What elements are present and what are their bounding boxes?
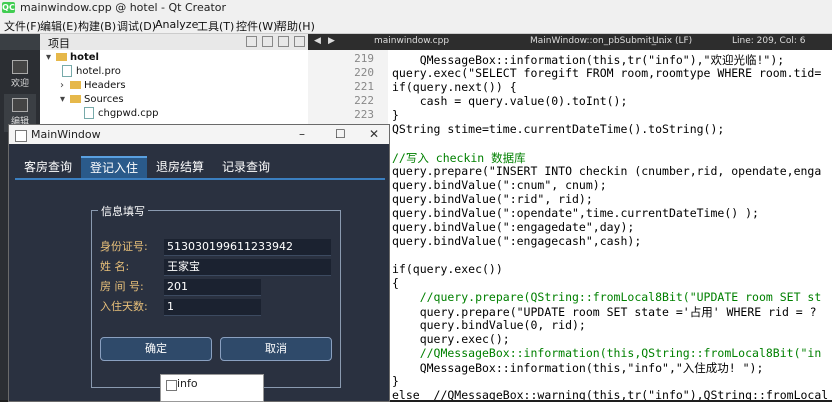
folder-icon: [70, 81, 81, 89]
menu-edit[interactable]: 编辑(E): [40, 18, 78, 34]
window-title: mainwindow.cpp @ hotel - Qt Creator: [20, 1, 227, 14]
name-input[interactable]: 王家宝: [164, 259, 331, 276]
menu-tools[interactable]: 工具(T): [197, 18, 234, 34]
code-line: query.prepare("INSERT INTO checkin (cnum…: [392, 164, 822, 178]
code-line: if(query.exec()): [392, 262, 503, 276]
id-number-input[interactable]: 513030199611233942: [164, 239, 331, 256]
field-label-id: 身份证号:: [100, 240, 148, 253]
cancel-button[interactable]: 取消: [220, 337, 332, 361]
code-line: query.exec();: [392, 332, 510, 346]
code-line: else //QMessageBox::warning(this,tr("inf…: [392, 388, 829, 400]
info-dialog: info: [160, 374, 264, 402]
line-number: 220: [354, 66, 374, 79]
code-line: query.exec("SELECT foregift FROM room,ro…: [392, 66, 822, 80]
menu-build[interactable]: 构建(B): [78, 18, 116, 34]
tree-item-label: chgpwd.cpp: [98, 108, 159, 119]
app-window-title: MainWindow: [31, 128, 101, 141]
tree-item-headers[interactable]: › Headers: [60, 79, 126, 93]
field-label-name: 姓 名:: [100, 260, 130, 273]
cursor-position: Line: 209, Col: 6: [732, 36, 806, 46]
link-icon[interactable]: [262, 36, 273, 47]
encoding-selector[interactable]: Unix (LF): [652, 36, 692, 46]
file-icon: [84, 107, 94, 119]
tree-item-hotel[interactable]: ▾ hotel: [46, 51, 99, 65]
line-number: 221: [354, 80, 374, 93]
confirm-button[interactable]: 确定: [100, 337, 212, 361]
qt-creator-logo-icon: QC: [2, 2, 15, 13]
tree-item-label: hotel.pro: [76, 66, 121, 77]
minimize-icon[interactable]: –: [299, 127, 305, 141]
editor-header: ◀ ▶ mainwindow.cpp MainWindow::on_pbSubm…: [308, 34, 832, 51]
field-label-room: 房 间 号:: [100, 280, 144, 293]
title-bar: QC mainwindow.cpp @ hotel - Qt Creator: [0, 0, 832, 16]
tree-item-hotel-pro[interactable]: hotel.pro: [62, 65, 121, 79]
tree-item-label: Headers: [84, 80, 126, 91]
tab-room-query[interactable]: 客房查询: [15, 156, 81, 178]
tree-item-label: Sources: [84, 94, 124, 105]
code-line: query.bindValue(":opendate",time.current…: [392, 206, 759, 220]
code-line: query.bindValue(":rid", rid);: [392, 192, 593, 206]
split-icon[interactable]: [278, 36, 289, 47]
code-line: QString stime=time.currentDateTime().toS…: [392, 122, 725, 136]
project-panel-header: 项目: [40, 34, 308, 51]
menu-widgets[interactable]: 控件(W): [236, 18, 277, 34]
stay-days-input[interactable]: 1: [164, 299, 261, 316]
code-comment-line: //QMessageBox::information(this,QString:…: [392, 346, 822, 360]
welcome-icon: [12, 60, 28, 74]
code-line: if(query.next()) {: [392, 80, 517, 94]
menu-debug[interactable]: 调试(D): [117, 18, 156, 34]
filter-icon[interactable]: [246, 36, 257, 47]
menu-help[interactable]: 帮助(H): [276, 18, 315, 34]
project-icon: [56, 53, 67, 61]
folder-icon: [70, 95, 81, 103]
code-line: query.bindValue(0, rid);: [392, 318, 586, 332]
chevron-right-icon: ›: [60, 80, 64, 91]
menu-bar: 文件(F) 编辑(E) 构建(B) 调试(D) Analyze 工具(T) 控件…: [0, 16, 832, 34]
code-line: query.bindValue(":cnum", cnum);: [392, 178, 607, 192]
code-comment-line: //query.prepare(QString::fromLocal8Bit("…: [392, 290, 822, 304]
tree-item-label: hotel: [70, 52, 99, 63]
file-icon: [62, 65, 72, 77]
dialog-icon: [166, 380, 177, 391]
chevron-down-icon: ▾: [46, 52, 52, 63]
tree-item-chgpwd[interactable]: chgpwd.cpp: [84, 107, 158, 121]
mode-welcome[interactable]: 欢迎: [4, 56, 36, 94]
tab-check-out[interactable]: 退房结算: [147, 156, 213, 178]
function-selector[interactable]: MainWindow::on_pbSubmit_…: [530, 36, 665, 46]
room-number-input[interactable]: 201: [164, 279, 261, 296]
project-header-label: 项目: [48, 37, 70, 50]
group-title: 信息填写: [98, 203, 148, 219]
code-line: QMessageBox::information(this,"info","入住…: [392, 361, 764, 375]
code-line: query.bindValue(":engagecash",cash);: [392, 234, 642, 248]
code-line: cash = query.value(0).toInt();: [392, 94, 628, 108]
tree-item-sources[interactable]: ▾ Sources: [60, 93, 124, 107]
tab-check-in[interactable]: 登记入住: [81, 156, 147, 178]
app-window-icon: [15, 130, 27, 142]
maximize-icon[interactable]: ☐: [335, 127, 346, 141]
chevron-down-icon: ▾: [60, 94, 66, 105]
nav-back-icon[interactable]: ◀: [314, 36, 321, 46]
tab-records[interactable]: 记录查询: [213, 156, 279, 178]
close-icon[interactable]: ✕: [369, 127, 379, 141]
app-title-bar: MainWindow – ☐ ✕: [9, 125, 389, 144]
mode-welcome-label: 欢迎: [10, 79, 29, 89]
code-line: {: [392, 276, 399, 290]
info-dialog-title: info: [177, 377, 198, 390]
open-file-name[interactable]: mainwindow.cpp: [374, 36, 449, 46]
code-line: }: [392, 108, 399, 122]
line-number: 222: [354, 94, 374, 107]
menu-file[interactable]: 文件(F): [4, 18, 41, 34]
line-number: 219: [354, 52, 374, 65]
close-icon[interactable]: [294, 36, 305, 47]
code-line: query.bindValue(":engagedate",day);: [392, 220, 635, 234]
edit-icon: [12, 98, 28, 112]
app-main-window: MainWindow – ☐ ✕ 客房查询 登记入住 退房结算 记录查询 信息填…: [8, 124, 390, 402]
line-number: 223: [354, 108, 374, 121]
nav-forward-icon[interactable]: ▶: [328, 36, 335, 46]
info-group: 信息填写 身份证号: 513030199611233942 姓 名: 王家宝 房…: [91, 203, 341, 388]
code-line: }: [392, 374, 399, 388]
field-label-days: 入住天数:: [100, 300, 148, 313]
tab-underline: [15, 178, 385, 180]
menu-analyze[interactable]: Analyze: [155, 18, 198, 31]
